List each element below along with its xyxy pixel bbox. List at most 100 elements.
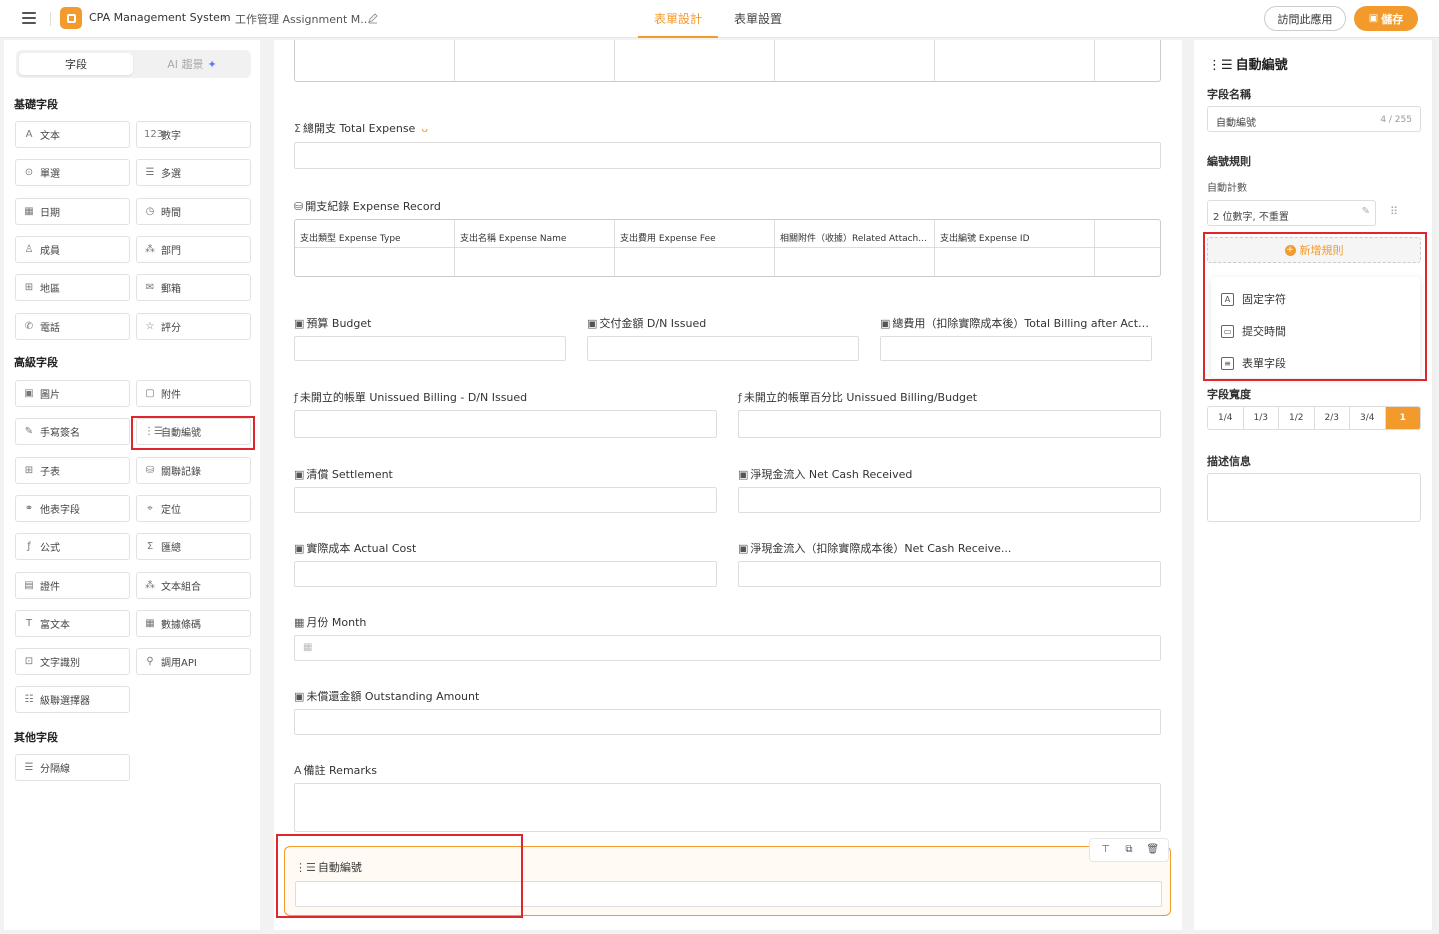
palette-field-clock[interactable]: ◷ 時間 <box>136 197 251 225</box>
actual-cost-input[interactable] <box>294 561 717 587</box>
edit-pencil-icon[interactable] <box>367 12 379 24</box>
char-counter: 4 / 255 <box>1380 115 1412 125</box>
budget-input[interactable] <box>294 336 566 361</box>
field-name-input[interactable]: 自動編號 4 / 255 <box>1207 106 1421 132</box>
width-option[interactable]: 1/3 <box>1244 407 1279 429</box>
width-option[interactable]: 3/4 <box>1350 407 1386 429</box>
palette-field-phone[interactable]: ✆ 電話 <box>15 312 130 340</box>
basic-fields-title: 基礎字段 <box>14 98 58 111</box>
settlement-input[interactable] <box>294 487 717 513</box>
unissued-pct-input[interactable] <box>738 410 1161 438</box>
tab-form-design[interactable]: 表單設計 <box>638 0 718 38</box>
palette-field-richtext[interactable]: T 富文本 <box>15 609 130 637</box>
edit-pencil-icon[interactable]: ✎ <box>1362 206 1370 217</box>
description-label: 描述信息 <box>1207 455 1251 468</box>
auto-number-input[interactable] <box>295 881 1162 907</box>
tab-fields[interactable]: 字段 <box>19 53 133 75</box>
map-icon: ⊞ <box>24 282 34 294</box>
palette-field-id-card[interactable]: ▤ 證件 <box>15 571 130 599</box>
clock-icon: ◷ <box>145 205 155 217</box>
sum-icon: Σ <box>294 122 301 135</box>
palette-field-table[interactable]: ⊞ 子表 <box>15 456 130 484</box>
palette-field-qrcode[interactable]: ▦ 數據條碼 <box>136 609 251 637</box>
selected-autonumber-field[interactable]: ⋮☰ 自動編號 <box>284 846 1171 916</box>
palette-field-api[interactable]: ⚲ 調用API <box>136 648 251 676</box>
database-icon: ⛁ <box>145 464 155 476</box>
text-icon: A <box>25 129 33 140</box>
palette-field-user[interactable]: ♙ 成員 <box>15 235 130 263</box>
label-text: 清償 Settlement <box>306 468 393 481</box>
total-expense-input[interactable] <box>294 142 1161 169</box>
palette-field-file[interactable]: ▢ 附件 <box>136 380 251 407</box>
palette-field-divider[interactable]: ☰ 分隔線 <box>15 754 130 781</box>
field-toolbar: ⊤ ⧉ 🗑 <box>1089 838 1169 862</box>
palette-field-label: 評分 <box>161 322 181 334</box>
net-cash-input[interactable] <box>738 487 1161 513</box>
column-header: 支出編號 Expense ID <box>935 220 1095 247</box>
combine-icon: ⁂ <box>145 579 155 591</box>
palette-field-label: 多選 <box>161 169 181 181</box>
palette-field-link[interactable]: ⚭ 他表字段 <box>15 494 130 522</box>
palette-field-database[interactable]: ⛁ 關聯記錄 <box>136 456 251 484</box>
save-button[interactable]: ▣ 儲存 <box>1354 6 1418 31</box>
outstanding-input[interactable] <box>294 709 1161 735</box>
dn-issued-input[interactable] <box>587 336 859 361</box>
field-label-total-billing: ▣ 總費用（扣除實際成本後）Total Billing after Actu... <box>880 315 1152 331</box>
unissued-billing-input[interactable] <box>294 410 717 438</box>
add-rule-button[interactable]: + 新增規則 <box>1207 237 1421 263</box>
breadcrumb-form-name[interactable]: 工作管理 Assignment M... <box>235 11 371 27</box>
palette-field-number[interactable]: 123 數字 <box>136 121 251 148</box>
tab-form-settings[interactable]: 表單設置 <box>718 0 798 38</box>
menu-item-form-field[interactable]: ≡ 表單字段 <box>1221 355 1286 371</box>
scrollbar[interactable] <box>1432 40 1436 930</box>
palette-field-star[interactable]: ☆ 評分 <box>136 312 251 340</box>
palette-field-checklist[interactable]: ☰ 多選 <box>136 159 251 187</box>
total-billing-input[interactable] <box>880 336 1152 361</box>
title-text: 自動編號 <box>1235 58 1288 73</box>
description-textarea[interactable] <box>1207 473 1421 522</box>
counter-rule-box[interactable]: 2 位數字, 不重置 ✎ <box>1207 200 1376 226</box>
palette-field-mail[interactable]: ✉ 郵箱 <box>136 274 251 302</box>
field-name-label: 字段名稱 <box>1207 88 1251 101</box>
remarks-textarea[interactable] <box>294 783 1161 832</box>
file-icon: ▢ <box>145 388 155 399</box>
palette-field-text[interactable]: A 文本 <box>15 121 130 148</box>
app-name[interactable]: CPA Management System <box>89 11 231 24</box>
width-option[interactable]: 1/4 <box>1208 407 1244 429</box>
visit-app-button[interactable]: 訪問此應用 <box>1264 6 1346 31</box>
menu-item-submit-time[interactable]: ▭ 提交時間 <box>1221 323 1286 339</box>
field-label-net-cash-after: ▣ 淨現金流入（扣除實際成本後）Net Cash Receive... <box>738 540 1158 556</box>
month-input[interactable]: ▦ <box>294 635 1161 661</box>
delete-icon[interactable]: 🗑 <box>1146 844 1159 856</box>
palette-field-cascade[interactable]: ☷ 級聯選擇器 <box>15 686 130 714</box>
palette-field-image[interactable]: ▣ 圖片 <box>15 380 130 407</box>
palette-field-pen[interactable]: ✎ 手寫簽名 <box>15 418 130 446</box>
width-option-selected[interactable]: 1 <box>1385 407 1420 429</box>
menu-item-fixed-char[interactable]: A 固定字符 <box>1221 291 1286 307</box>
title-toggle-icon[interactable]: ⊤ <box>1100 844 1112 856</box>
expense-record-table[interactable]: 支出類型 Expense Type 支出名稱 Expense Name 支出費用… <box>294 219 1161 277</box>
palette-field-combine[interactable]: ⁂ 文本組合 <box>136 571 251 599</box>
hamburger-menu-icon[interactable] <box>22 12 36 24</box>
api-icon: ⚲ <box>146 656 154 668</box>
checklist-icon: ☰ <box>145 167 155 179</box>
tab-ai[interactable]: AI 趨景 ✦ <box>136 53 248 75</box>
field-label-budget: ▣ 預算 Budget <box>294 315 564 331</box>
copy-icon[interactable]: ⧉ <box>1123 844 1135 856</box>
width-option[interactable]: 2/3 <box>1315 407 1350 429</box>
palette-field-label: 文本 <box>40 131 60 142</box>
palette-field-location[interactable]: ⌖ 定位 <box>136 494 251 522</box>
palette-field-calendar[interactable]: ▦ 日期 <box>15 197 130 225</box>
net-cash-after-input[interactable] <box>738 561 1161 587</box>
drag-handle-icon[interactable]: ⠿ <box>1390 205 1398 218</box>
palette-field-ocr[interactable]: ⊡ 文字識別 <box>15 648 130 676</box>
tab-ai-label: AI 趨景 <box>167 58 204 71</box>
palette-field-org[interactable]: ⁂ 部門 <box>136 235 251 263</box>
width-option[interactable]: 1/2 <box>1279 407 1315 429</box>
palette-field-radio[interactable]: ⊙ 單選 <box>15 159 130 187</box>
palette-field-map[interactable]: ⊞ 地區 <box>15 274 130 302</box>
label-text: 備註 Remarks <box>303 764 378 777</box>
palette-field-formula[interactable]: ƒ 公式 <box>15 533 130 561</box>
palette-field-autonumber[interactable]: ⋮☰ 自動編號 <box>136 418 251 446</box>
palette-field-sum[interactable]: Σ 匯總 <box>136 533 251 561</box>
